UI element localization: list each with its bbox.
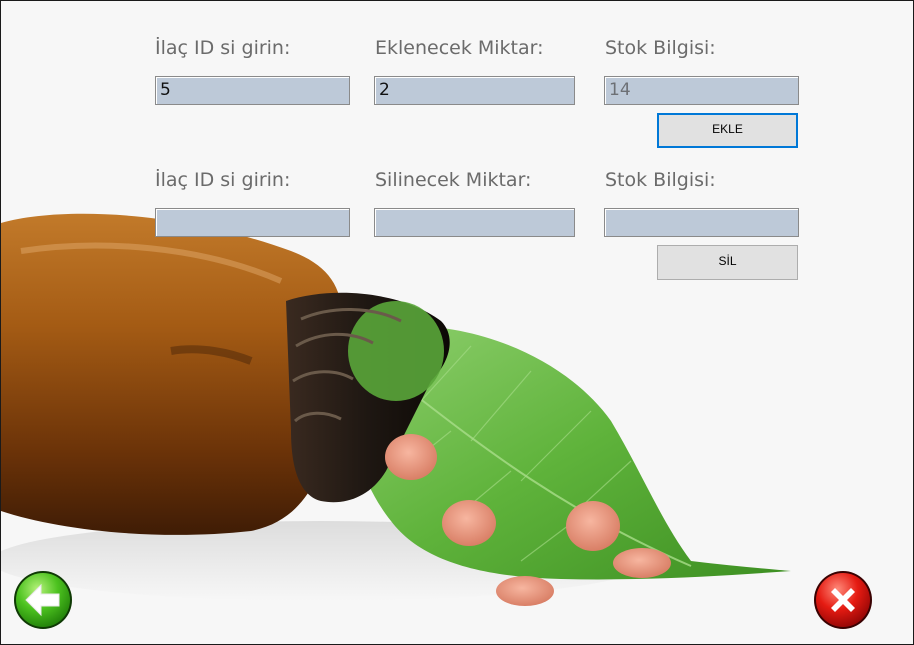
add-stock-label: Stok Bilgisi: — [605, 37, 716, 59]
remove-stock-field[interactable] — [604, 208, 799, 237]
add-id-input[interactable]: 5 — [155, 76, 350, 105]
add-amount-input[interactable]: 2 — [374, 76, 575, 105]
remove-id-input[interactable] — [155, 208, 350, 237]
remove-button[interactable]: SİL — [657, 245, 798, 280]
add-id-label: İlaç ID si girin: — [155, 37, 291, 59]
add-stock-field[interactable]: 14 — [604, 76, 799, 105]
close-button[interactable] — [813, 570, 873, 630]
remove-stock-label: Stok Bilgisi: — [605, 169, 716, 191]
remove-id-label: İlaç ID si girin: — [155, 169, 291, 191]
back-button[interactable] — [13, 570, 73, 630]
add-amount-label: Eklenecek Miktar: — [375, 37, 544, 59]
app-window: İlaç ID si girin: Eklenecek Miktar: Stok… — [0, 0, 914, 645]
remove-amount-label: Silinecek Miktar: — [375, 169, 532, 191]
add-button[interactable]: EKLE — [657, 113, 798, 148]
remove-amount-input[interactable] — [374, 208, 575, 237]
